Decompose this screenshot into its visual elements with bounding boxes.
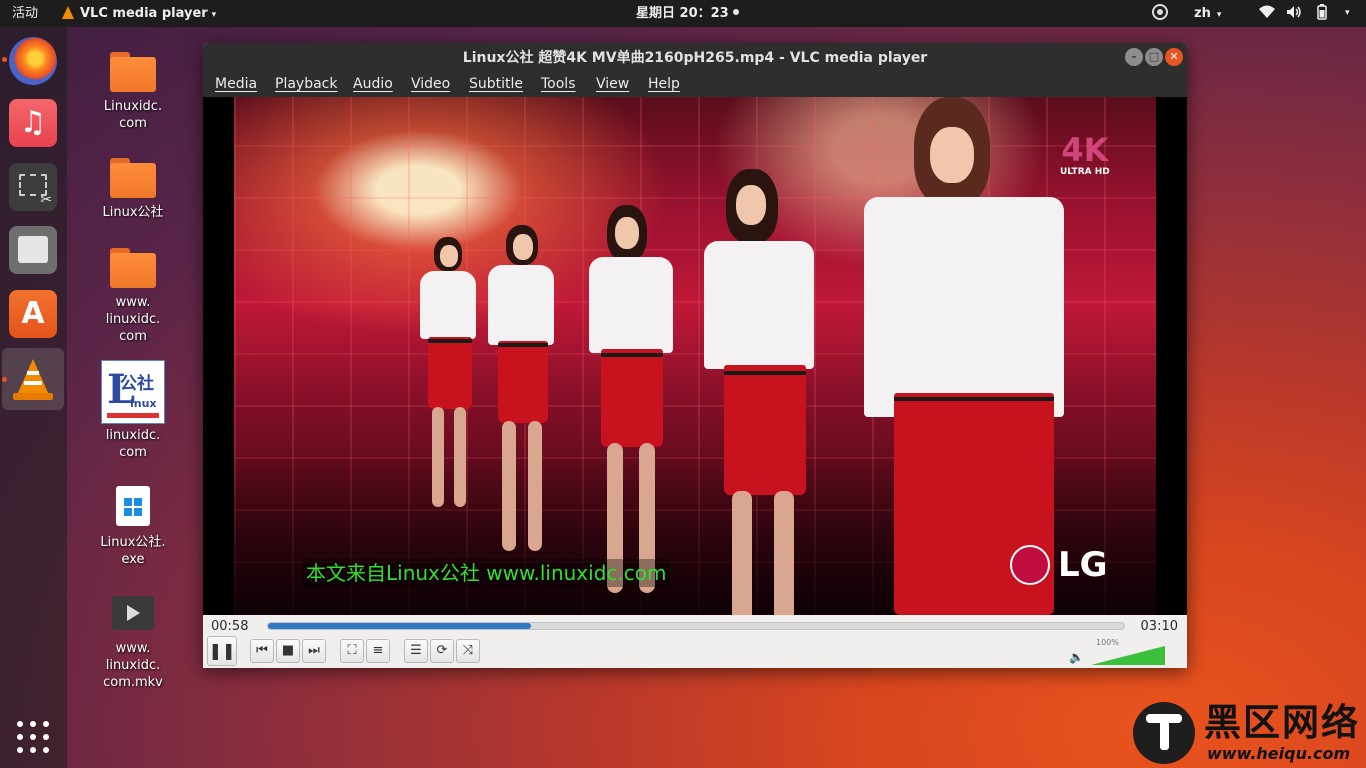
menu-view[interactable]: View [596,76,629,92]
clock[interactable]: 星期日 20：23 [636,0,739,27]
desktop-icon-label: www. linuxidc. com.mkv [103,641,163,690]
image-thumbnail-icon: L 公社 inux [101,360,165,424]
menu-playback[interactable]: Playback [275,76,337,92]
files-icon[interactable] [9,226,57,274]
battery-icon[interactable] [1314,0,1330,27]
folder-icon [110,158,156,198]
menu-help[interactable]: Help [648,76,680,92]
notification-dot-icon [732,9,739,15]
desktop-icon-label: linuxidc. com [105,428,161,460]
maximize-icon[interactable]: □ [1145,48,1163,66]
system-menu-chevron-icon[interactable]: ▾ [1345,0,1350,27]
folder-icon [110,52,156,92]
vlc-dock-icon[interactable] [9,355,57,403]
pause-button[interactable]: ❚❚ [207,636,237,666]
subtitle-text: 本文来自Linux公社 www.linuxidc.com [302,559,671,587]
next-button[interactable]: ⏭ [302,639,326,663]
clock-label: 星期日 20：23 [636,6,729,21]
desktop-folder-linuxidc[interactable]: Linuxidc. com [83,52,183,132]
menu-bar: Media Playback Audio Video Subtitle Tool… [203,73,1187,97]
video-area[interactable]: 4K ULTRA HD LG 本文来自Linux公社 www.linuxidc.… [203,97,1187,615]
menu-tools[interactable]: Tools [541,76,576,92]
running-indicator-icon [2,57,7,62]
playback-controls: 00:58 03:10 ❚❚ ⏮ ■ ⏭ ⛶ ≡ ☰ ⟳ ⤨ 🔈 100% [203,615,1187,668]
desktop-exe-linux-gongshe[interactable]: Linux公社. exe [83,486,183,568]
vlc-icon [62,6,74,19]
previous-button[interactable]: ⏮ [250,639,274,663]
desktop-icon-label: Linux公社. exe [100,535,166,567]
window-title: Linux公社 超赞4K MV单曲2160pH265.mp4 - VLC med… [462,50,928,66]
running-indicator-icon [2,377,7,382]
chrome-indicator-icon[interactable] [1152,0,1168,27]
desktop-folder-www-linuxidc[interactable]: www. linuxidc. com [83,248,183,345]
menu-subtitle[interactable]: Subtitle [469,76,523,92]
activities-button[interactable]: 活动 [12,0,38,27]
fullscreen-button[interactable]: ⛶ [340,639,364,663]
video-file-icon [112,596,154,630]
firefox-icon[interactable] [9,37,57,85]
ubuntu-software-icon[interactable]: A [9,290,57,338]
close-icon[interactable]: ✕ [1165,48,1183,66]
show-applications-icon[interactable] [17,721,49,753]
app-menu-label: VLC media player [80,6,208,21]
menu-video[interactable]: Video [411,76,450,92]
shuffle-button[interactable]: ⤨ [456,639,480,663]
elapsed-time[interactable]: 00:58 [211,619,248,634]
video-frame: 4K ULTRA HD LG 本文来自Linux公社 www.linuxidc.… [234,97,1156,615]
seek-slider[interactable] [267,622,1125,630]
desktop-image-linuxidc[interactable]: L 公社 inux linuxidc. com [83,360,183,461]
playlist-button[interactable]: ☰ [404,639,428,663]
chevron-down-icon: ▾ [1216,10,1222,20]
rhythmbox-icon[interactable]: ♫ [9,99,57,147]
4k-ultra-hd-logo: 4K ULTRA HD [1060,131,1110,177]
app-menu[interactable]: VLC media player ▾ [62,0,216,27]
folder-icon [110,248,156,288]
menu-audio[interactable]: Audio [353,76,393,92]
menu-media[interactable]: Media [215,76,257,92]
desktop-folder-linux-gongshe[interactable]: Linux公社 [83,158,183,221]
window-titlebar[interactable]: Linux公社 超赞4K MV单曲2160pH265.mp4 - VLC med… [203,43,1187,73]
windows-exe-icon [116,486,150,526]
desktop-icon-label: Linuxidc. com [103,99,163,131]
volume-slider[interactable] [1091,646,1165,665]
minimize-icon[interactable]: – [1125,48,1143,66]
wifi-icon[interactable] [1259,0,1275,27]
chevron-down-icon: ▾ [211,10,217,20]
watermark-url: www.heiqu.com [1207,744,1351,763]
desktop-icon-label: www. linuxidc. com [105,295,161,344]
extended-settings-button[interactable]: ≡ [366,639,390,663]
seek-progress [268,623,531,629]
desktop-icon-label: Linux公社 [102,205,164,220]
input-method-menu[interactable]: zh ▾ [1194,0,1221,27]
loop-button[interactable]: ⟳ [430,639,454,663]
dock: ♫ ✂ A [0,27,67,768]
heiqu-logo-icon [1133,702,1195,764]
stop-button[interactable]: ■ [276,639,300,663]
top-bar: 活动 VLC media player ▾ 星期日 20：23 zh ▾ ▾ [0,0,1366,27]
vlc-window: Linux公社 超赞4K MV单曲2160pH265.mp4 - VLC med… [203,43,1187,668]
volume-icon[interactable]: 🔈 [1069,650,1084,664]
desktop-video-mkv[interactable]: www. linuxidc. com.mkv [83,596,183,691]
watermark-title: 黑区网络 [1204,701,1360,744]
total-time[interactable]: 03:10 [1141,619,1178,634]
volume-icon[interactable] [1286,0,1302,27]
input-method-label: zh [1194,6,1211,21]
screenshot-icon[interactable]: ✂ [9,163,57,211]
